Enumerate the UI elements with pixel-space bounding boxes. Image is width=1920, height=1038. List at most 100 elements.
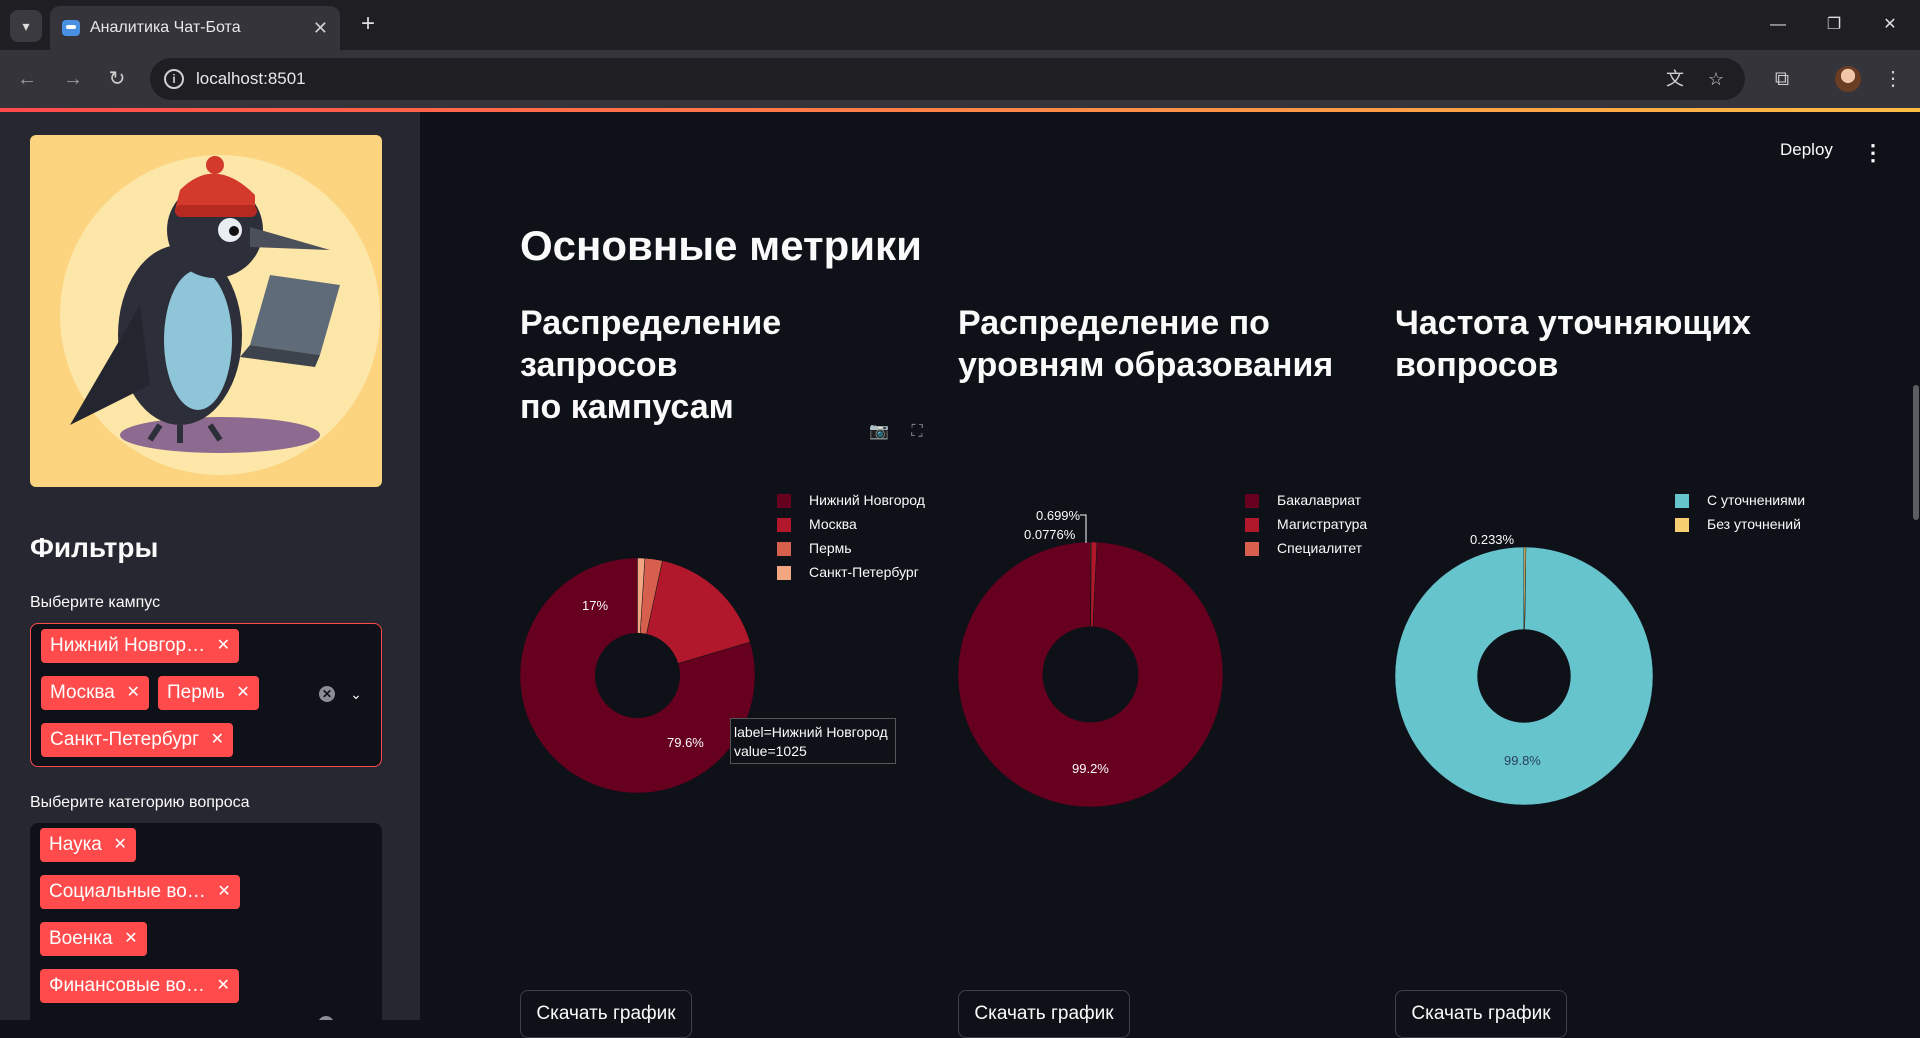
category-chip-science[interactable]: Наука ✕ — [40, 828, 136, 862]
back-button[interactable]: ← — [10, 62, 44, 96]
category-chip-social[interactable]: Социальные во… ✕ — [40, 875, 240, 909]
slice-value-label: 17% — [582, 598, 609, 613]
browser-tab-strip: ▾ Аналитика Чат-Бота ✕ + — ❐ ✕ — [0, 0, 1920, 50]
category-label: Выберите категорию вопроса — [30, 794, 250, 811]
chip-label: Санкт-Петербург — [50, 729, 200, 750]
legend-label: Бакалавриат — [1277, 492, 1362, 508]
browser-menu-icon[interactable]: ⋮ — [1876, 62, 1910, 96]
legend-label: Специалитет — [1277, 540, 1363, 556]
title-line: Частота уточняющих — [1395, 304, 1751, 342]
campus-label: Выберите кампус — [30, 594, 161, 611]
site-info-icon[interactable]: i — [164, 69, 184, 89]
legend-swatch — [1245, 494, 1259, 508]
campus-chip-spb[interactable]: Санкт-Петербург ✕ — [41, 723, 234, 757]
sidebar: Фильтры Выберите кампус Нижний Новгор… ✕ … — [0, 112, 420, 1020]
address-bar[interactable]: i localhost:8501 文 ☆ — [150, 58, 1745, 100]
new-tab-button[interactable]: + — [352, 8, 384, 40]
deploy-button[interactable]: Deploy — [1780, 140, 1833, 160]
legend-item[interactable]: Без уточнений — [1675, 512, 1805, 536]
reload-button[interactable]: ↻ — [100, 62, 134, 96]
legend-item[interactable]: Бакалавриат — [1245, 488, 1367, 512]
legend-swatch — [777, 518, 791, 532]
clear-all-icon[interactable]: ✕ — [318, 1016, 334, 1020]
legend-item[interactable]: Магистратура — [1245, 512, 1367, 536]
tooltip-line: value=1025 — [734, 743, 807, 759]
category-chip-military[interactable]: Военка ✕ — [40, 922, 147, 956]
legend-swatch — [1245, 518, 1259, 532]
legend-swatch — [1675, 494, 1689, 508]
campus-chip-perm[interactable]: Пермь ✕ — [158, 676, 259, 710]
legend-item[interactable]: Санкт-Петербург — [777, 560, 925, 584]
hover-tooltip: label=Нижний Новгород value=1025 — [730, 718, 896, 764]
campus-chip-nn[interactable]: Нижний Новгор… ✕ — [41, 629, 240, 663]
main-menu-icon[interactable]: ⋮ — [1862, 140, 1884, 166]
remove-icon[interactable]: ✕ — [124, 922, 137, 956]
remove-icon[interactable]: ✕ — [211, 723, 224, 757]
legend-swatch — [777, 494, 791, 508]
page-scrollbar[interactable] — [1913, 385, 1919, 520]
slice-value-label: 0.699% — [1036, 508, 1081, 523]
legend-item[interactable]: С уточнениями — [1675, 488, 1805, 512]
category-multiselect[interactable]: Наука ✕ Социальные во… ✕ Военка ✕ Финансовы… — [30, 823, 382, 1020]
chip-label: Финансовые во… — [49, 975, 205, 996]
legend-item[interactable]: Пермь — [777, 536, 925, 560]
restore-button[interactable]: ❐ — [1806, 0, 1862, 50]
close-window-button[interactable]: ✕ — [1862, 0, 1918, 50]
crow-logo-image — [30, 135, 382, 487]
tab-title: Аналитика Чат-Бота — [90, 19, 241, 36]
translate-icon[interactable]: 文 — [1662, 66, 1688, 92]
browser-toolbar: ← → ↻ i localhost:8501 文 ☆ ⧉ ⋮ — [0, 50, 1920, 108]
fullscreen-icon[interactable]: ⛶ — [906, 422, 928, 442]
profile-avatar[interactable] — [1835, 66, 1861, 92]
legend-label: Москва — [809, 516, 857, 532]
minimize-button[interactable]: — — [1750, 0, 1806, 50]
download-chart-button[interactable]: Скачать график — [958, 990, 1130, 1038]
slice-value-label: 0.0776% — [1024, 527, 1076, 542]
legend-label: Без уточнений — [1707, 516, 1801, 532]
title-line: вопросов — [1395, 346, 1559, 384]
chevron-down-icon[interactable]: ⌄ — [347, 685, 365, 703]
download-chart-button[interactable]: Скачать график — [520, 990, 692, 1038]
page-title: Основные метрики — [520, 222, 922, 269]
chip-label: Наука — [49, 834, 102, 855]
title-line: уровням образования — [958, 346, 1334, 384]
legend-label: Магистратура — [1277, 516, 1368, 532]
legend-item[interactable]: Москва — [777, 512, 925, 536]
remove-icon[interactable]: ✕ — [217, 969, 230, 1003]
legend-swatch — [777, 542, 791, 556]
chip-label: Военка — [49, 928, 113, 949]
category-chip-finance[interactable]: Финансовые во… ✕ — [40, 969, 239, 1003]
tab-search-button[interactable]: ▾ — [10, 10, 42, 42]
campus-legend: Нижний Новгород Москва Пермь Санкт-Петер… — [777, 488, 925, 584]
clear-all-icon[interactable]: ✕ — [319, 686, 335, 702]
title-line: Распределение по — [958, 304, 1270, 342]
camera-icon[interactable]: 📷 — [868, 422, 890, 442]
remove-icon[interactable]: ✕ — [217, 875, 230, 909]
legend-item[interactable]: Нижний Новгород — [777, 488, 925, 512]
remove-icon[interactable]: ✕ — [236, 676, 249, 710]
chip-label: Москва — [50, 682, 115, 703]
tab-close-icon[interactable]: ✕ — [313, 6, 328, 50]
download-chart-button[interactable]: Скачать график — [1395, 990, 1567, 1038]
campus-chart-title: Распределение запросов по кампусам — [520, 302, 940, 428]
forward-button[interactable]: → — [56, 62, 90, 96]
campus-chip-moscow[interactable]: Москва ✕ — [41, 676, 149, 710]
chip-label: Нижний Новгор… — [50, 635, 206, 656]
campus-donut-chart[interactable] — [519, 557, 756, 794]
outside-label-leader — [1080, 514, 1087, 543]
remove-icon[interactable]: ✕ — [217, 629, 230, 663]
campus-multiselect[interactable]: Нижний Новгор… ✕ Москва ✕ Пермь ✕ Санкт-Пет… — [30, 623, 382, 767]
remove-icon[interactable]: ✕ — [126, 676, 139, 710]
filters-title: Фильтры — [30, 532, 159, 563]
extensions-icon[interactable]: ⧉ — [1765, 62, 1799, 96]
remove-icon[interactable]: ✕ — [113, 828, 126, 862]
chevron-down-icon[interactable]: ⌄ — [346, 1015, 364, 1020]
browser-tab[interactable]: Аналитика Чат-Бота ✕ — [50, 6, 340, 50]
slice-value-label: 0.233% — [1470, 532, 1515, 547]
bookmark-star-icon[interactable]: ☆ — [1703, 66, 1729, 92]
legend-item[interactable]: Специалитет — [1245, 536, 1367, 560]
edu-chart-title: Распределение по уровням образования — [958, 302, 1378, 386]
legend-swatch — [1245, 542, 1259, 556]
slice-value-label: 99.8% — [1504, 753, 1541, 768]
url-text[interactable]: localhost:8501 — [196, 58, 306, 100]
